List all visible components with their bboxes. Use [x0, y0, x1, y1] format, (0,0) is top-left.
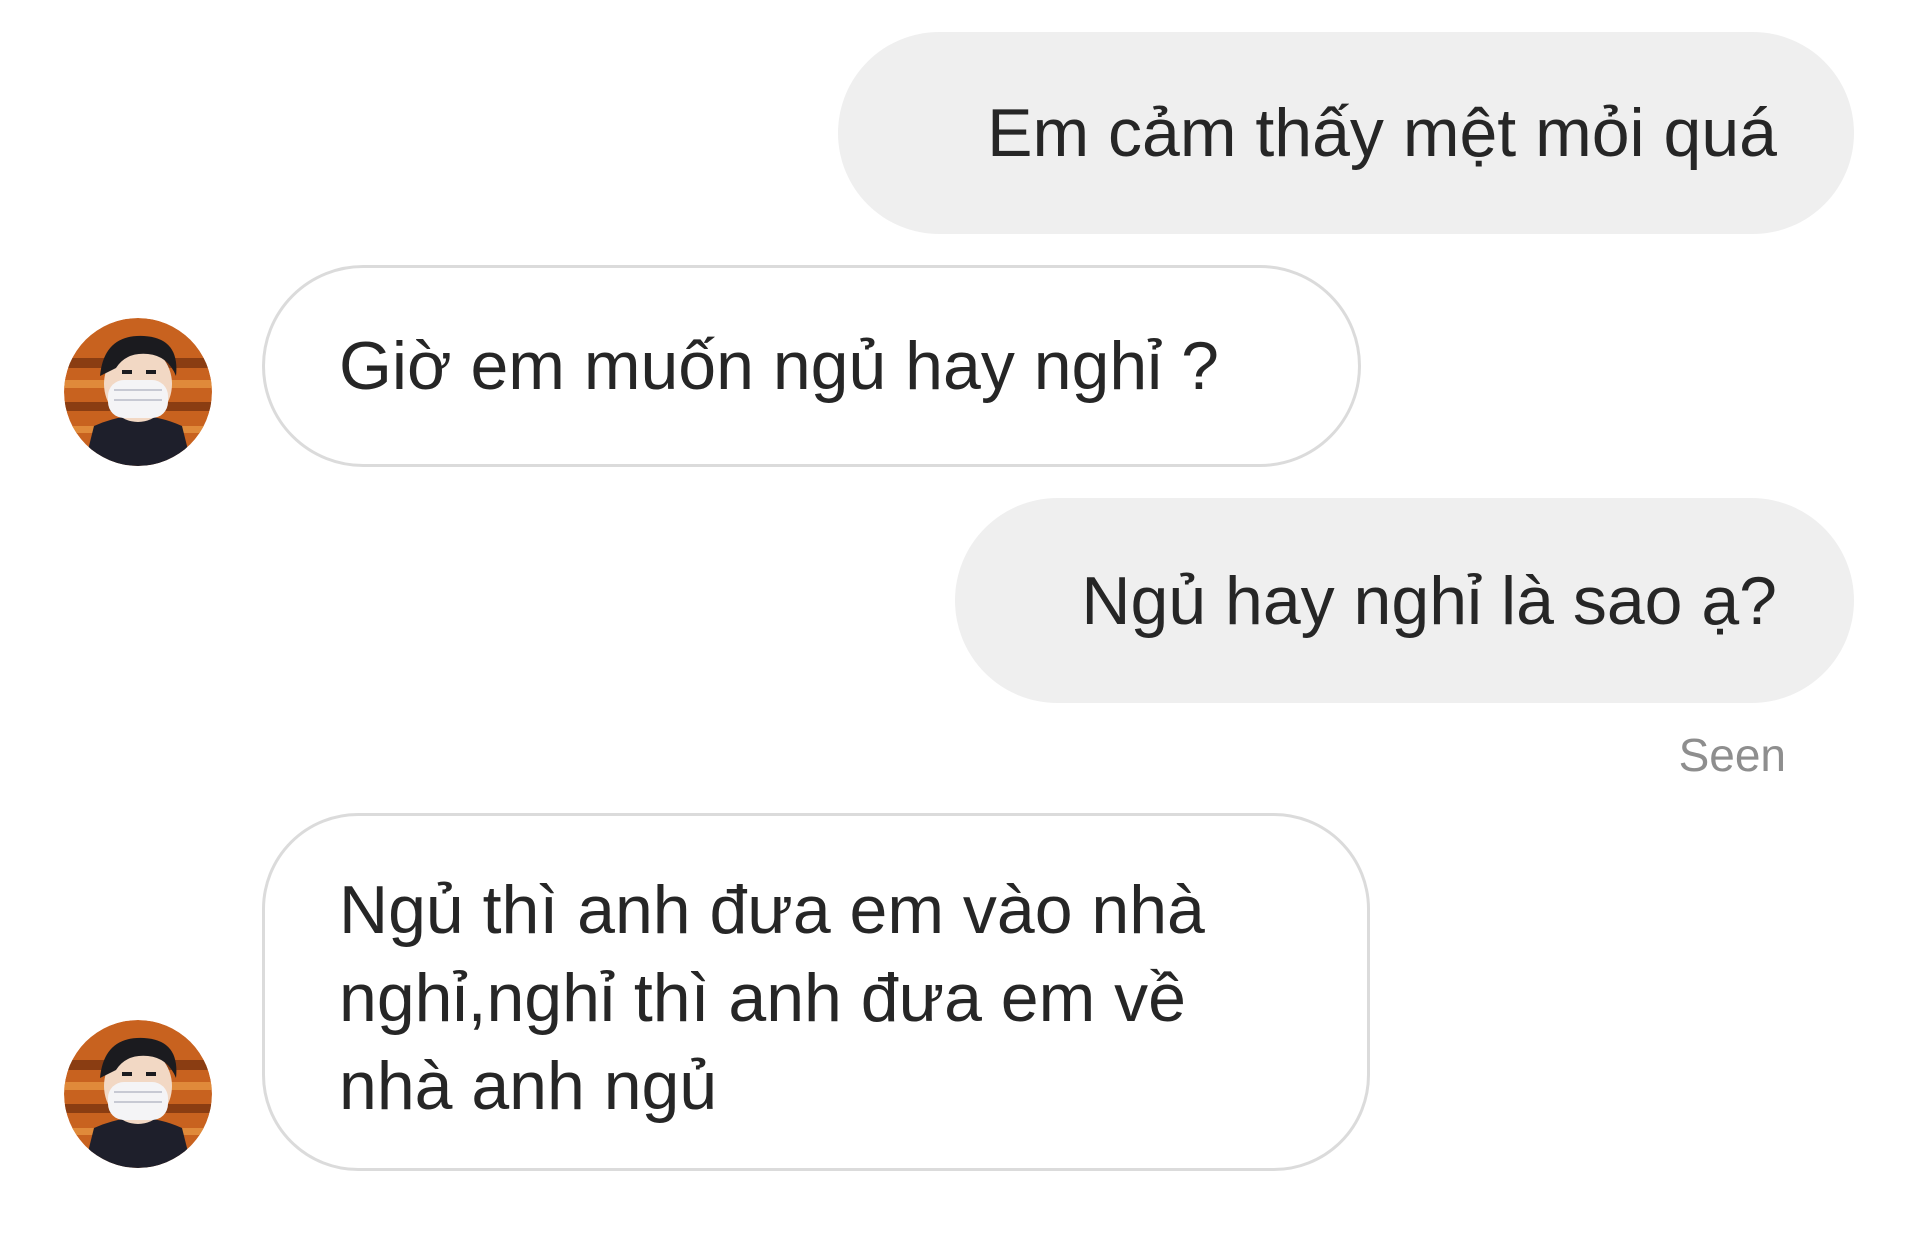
- message-bubble-received[interactable]: Ngủ thì anh đưa em vào nhà nghỉ,nghỉ thì…: [262, 813, 1370, 1171]
- message-bubble-sent[interactable]: Ngủ hay nghỉ là sao ạ?: [955, 498, 1854, 703]
- message-text: Ngủ thì anh đưa em vào nhà nghỉ,nghỉ thì…: [339, 866, 1205, 1130]
- message-text: Em cảm thấy mệt mỏi quá: [987, 95, 1777, 171]
- message-line: nhà anh ngủ: [339, 1048, 718, 1124]
- seen-status: Seen: [1678, 729, 1786, 781]
- message-line: nghỉ,nghỉ thì anh đưa em về: [339, 960, 1186, 1036]
- user-avatar-icon[interactable]: [64, 1020, 212, 1168]
- message-text: Ngủ hay nghỉ là sao ạ?: [1081, 562, 1777, 639]
- chat-thread: Em cảm thấy mệt mỏi quá Giờ em muốn ngủ …: [0, 0, 1920, 1257]
- message-bubble-sent[interactable]: Em cảm thấy mệt mỏi quá: [838, 32, 1854, 234]
- message-line: Ngủ thì anh đưa em vào nhà: [339, 872, 1205, 948]
- user-avatar-icon[interactable]: [64, 318, 212, 466]
- message-text: Giờ em muốn ngủ hay nghỉ ?: [339, 328, 1219, 404]
- message-bubble-received[interactable]: Giờ em muốn ngủ hay nghỉ ?: [262, 265, 1361, 467]
